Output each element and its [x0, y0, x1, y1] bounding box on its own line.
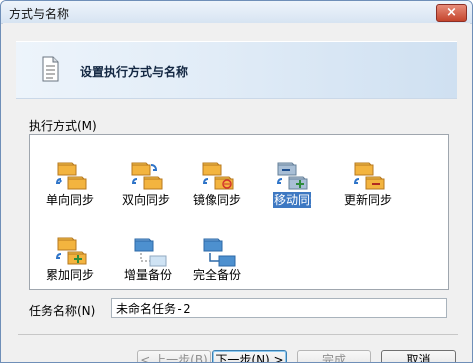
previous-button[interactable]: < 上一步(B)	[137, 350, 211, 362]
dialog-window: 方式与名称 × 设置执行方式与名称 执行方式(M) 单向同步 双向同步 镜像同步…	[0, 0, 473, 363]
mode-item-full-backup[interactable]: 完全备份	[185, 236, 249, 294]
mode-item-mirror-sync[interactable]: 镜像同步	[185, 161, 249, 219]
title-bar: 方式与名称 ×	[1, 1, 472, 24]
mode-label: 镜像同步	[192, 193, 241, 207]
mode-label: 双向同步	[121, 193, 170, 207]
close-button[interactable]: ×	[436, 4, 467, 22]
task-name-label: 任务名称(N)	[29, 304, 96, 318]
mode-label: 单向同步	[45, 193, 94, 207]
mode-item-move-sync[interactable]: 移动同步	[259, 161, 323, 219]
footer-separator	[18, 334, 458, 335]
execution-mode-list: 单向同步 双向同步 镜像同步 移动同步 更新同步 累加同步 增量备份 完全备份	[29, 134, 449, 290]
mode-label: 完全备份	[192, 268, 241, 282]
execution-mode-label: 执行方式(M)	[29, 119, 97, 133]
dialog-content: 设置执行方式与名称 执行方式(M) 单向同步 双向同步 镜像同步 移动同步 更新…	[3, 23, 470, 362]
mode-label: 增量备份	[123, 268, 172, 282]
cancel-button[interactable]: 取消	[381, 350, 456, 362]
mode-item-incremental-backup[interactable]: 增量备份	[116, 236, 180, 294]
task-name-input[interactable]	[111, 298, 447, 318]
mode-label: 累加同步	[45, 268, 94, 282]
header-banner: 设置执行方式与名称	[16, 41, 457, 99]
mode-item-one-way-sync[interactable]: 单向同步	[38, 161, 102, 219]
mode-label-selected: 移动同步	[273, 192, 323, 208]
window-title: 方式与名称	[9, 7, 70, 21]
mode-item-update-sync[interactable]: 更新同步	[336, 161, 400, 219]
header-title: 设置执行方式与名称	[80, 65, 189, 79]
next-button[interactable]: 下一步(N) >	[212, 350, 287, 362]
mode-item-two-way-sync[interactable]: 双向同步	[114, 161, 178, 219]
document-icon	[42, 56, 59, 82]
mode-item-cumulative-sync[interactable]: 累加同步	[38, 236, 102, 294]
mode-label: 更新同步	[343, 193, 392, 207]
finish-button[interactable]: 完成	[297, 350, 371, 362]
